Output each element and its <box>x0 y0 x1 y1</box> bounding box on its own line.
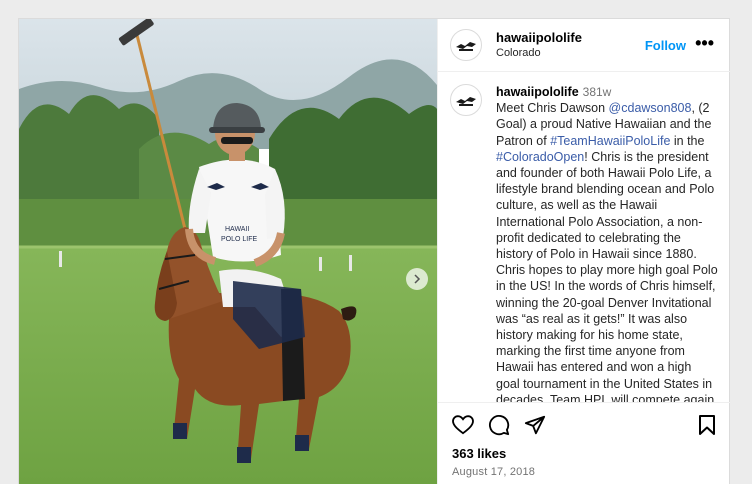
bookmark-icon <box>699 415 715 435</box>
post-header: hawaiipololife Colorado Follow ••• <box>438 19 730 72</box>
svg-text:HAWAII: HAWAII <box>225 226 249 233</box>
comment-icon <box>488 414 510 435</box>
instagram-post: HAWAII POLO LIFE hawaiipololife Colorado <box>18 18 730 484</box>
caption-fragment: Meet Chris Dawson <box>496 101 609 116</box>
post-sidebar: hawaiipololife Colorado Follow ••• hawai… <box>437 19 730 484</box>
hawaii-polo-life-logo-icon <box>456 97 476 106</box>
hashtag-link[interactable]: #TeamHawaiiPoloLife <box>550 134 670 148</box>
polo-player-image: HAWAII POLO LIFE <box>19 19 437 484</box>
post-caption: hawaiipololife 381w Meet Chris Dawson @cd… <box>496 84 718 402</box>
svg-text:POLO LIFE: POLO LIFE <box>221 236 258 243</box>
post-date[interactable]: August 17, 2018 <box>438 462 730 478</box>
caption-username[interactable]: hawaiipololife <box>496 85 579 99</box>
chevron-right-icon <box>414 274 421 284</box>
caption-fragment: in the <box>670 133 705 148</box>
hashtag-link[interactable]: #ColoradoOpen <box>496 150 584 164</box>
account-avatar[interactable] <box>450 29 482 61</box>
mention-link[interactable]: @cdawson808 <box>609 101 692 115</box>
save-button[interactable] <box>698 414 716 441</box>
post-age[interactable]: 381w <box>583 85 612 99</box>
paper-plane-icon <box>524 415 546 434</box>
action-bar <box>438 402 730 446</box>
account-username[interactable]: hawaiipololife <box>496 30 582 46</box>
caption-text: Meet Chris Dawson @cdawson808, (2 Goal) … <box>496 101 718 402</box>
share-button[interactable] <box>524 414 546 436</box>
caption-fragment: ! Chris is the president and founder of … <box>496 149 718 402</box>
hawaii-polo-life-logo-icon <box>456 42 476 51</box>
follow-button[interactable]: Follow <box>645 38 686 53</box>
like-count[interactable]: 363 likes <box>438 446 730 462</box>
like-button[interactable] <box>452 414 474 435</box>
comment-button[interactable] <box>488 414 510 436</box>
post-location[interactable]: Colorado <box>496 46 582 61</box>
next-photo-button[interactable] <box>406 268 428 290</box>
heart-icon <box>452 414 474 434</box>
post-photo[interactable]: HAWAII POLO LIFE <box>19 19 437 484</box>
caption-section: hawaiipololife 381w Meet Chris Dawson @cd… <box>438 72 730 402</box>
more-options-icon[interactable]: ••• <box>695 33 714 54</box>
caption-avatar[interactable] <box>450 84 482 116</box>
